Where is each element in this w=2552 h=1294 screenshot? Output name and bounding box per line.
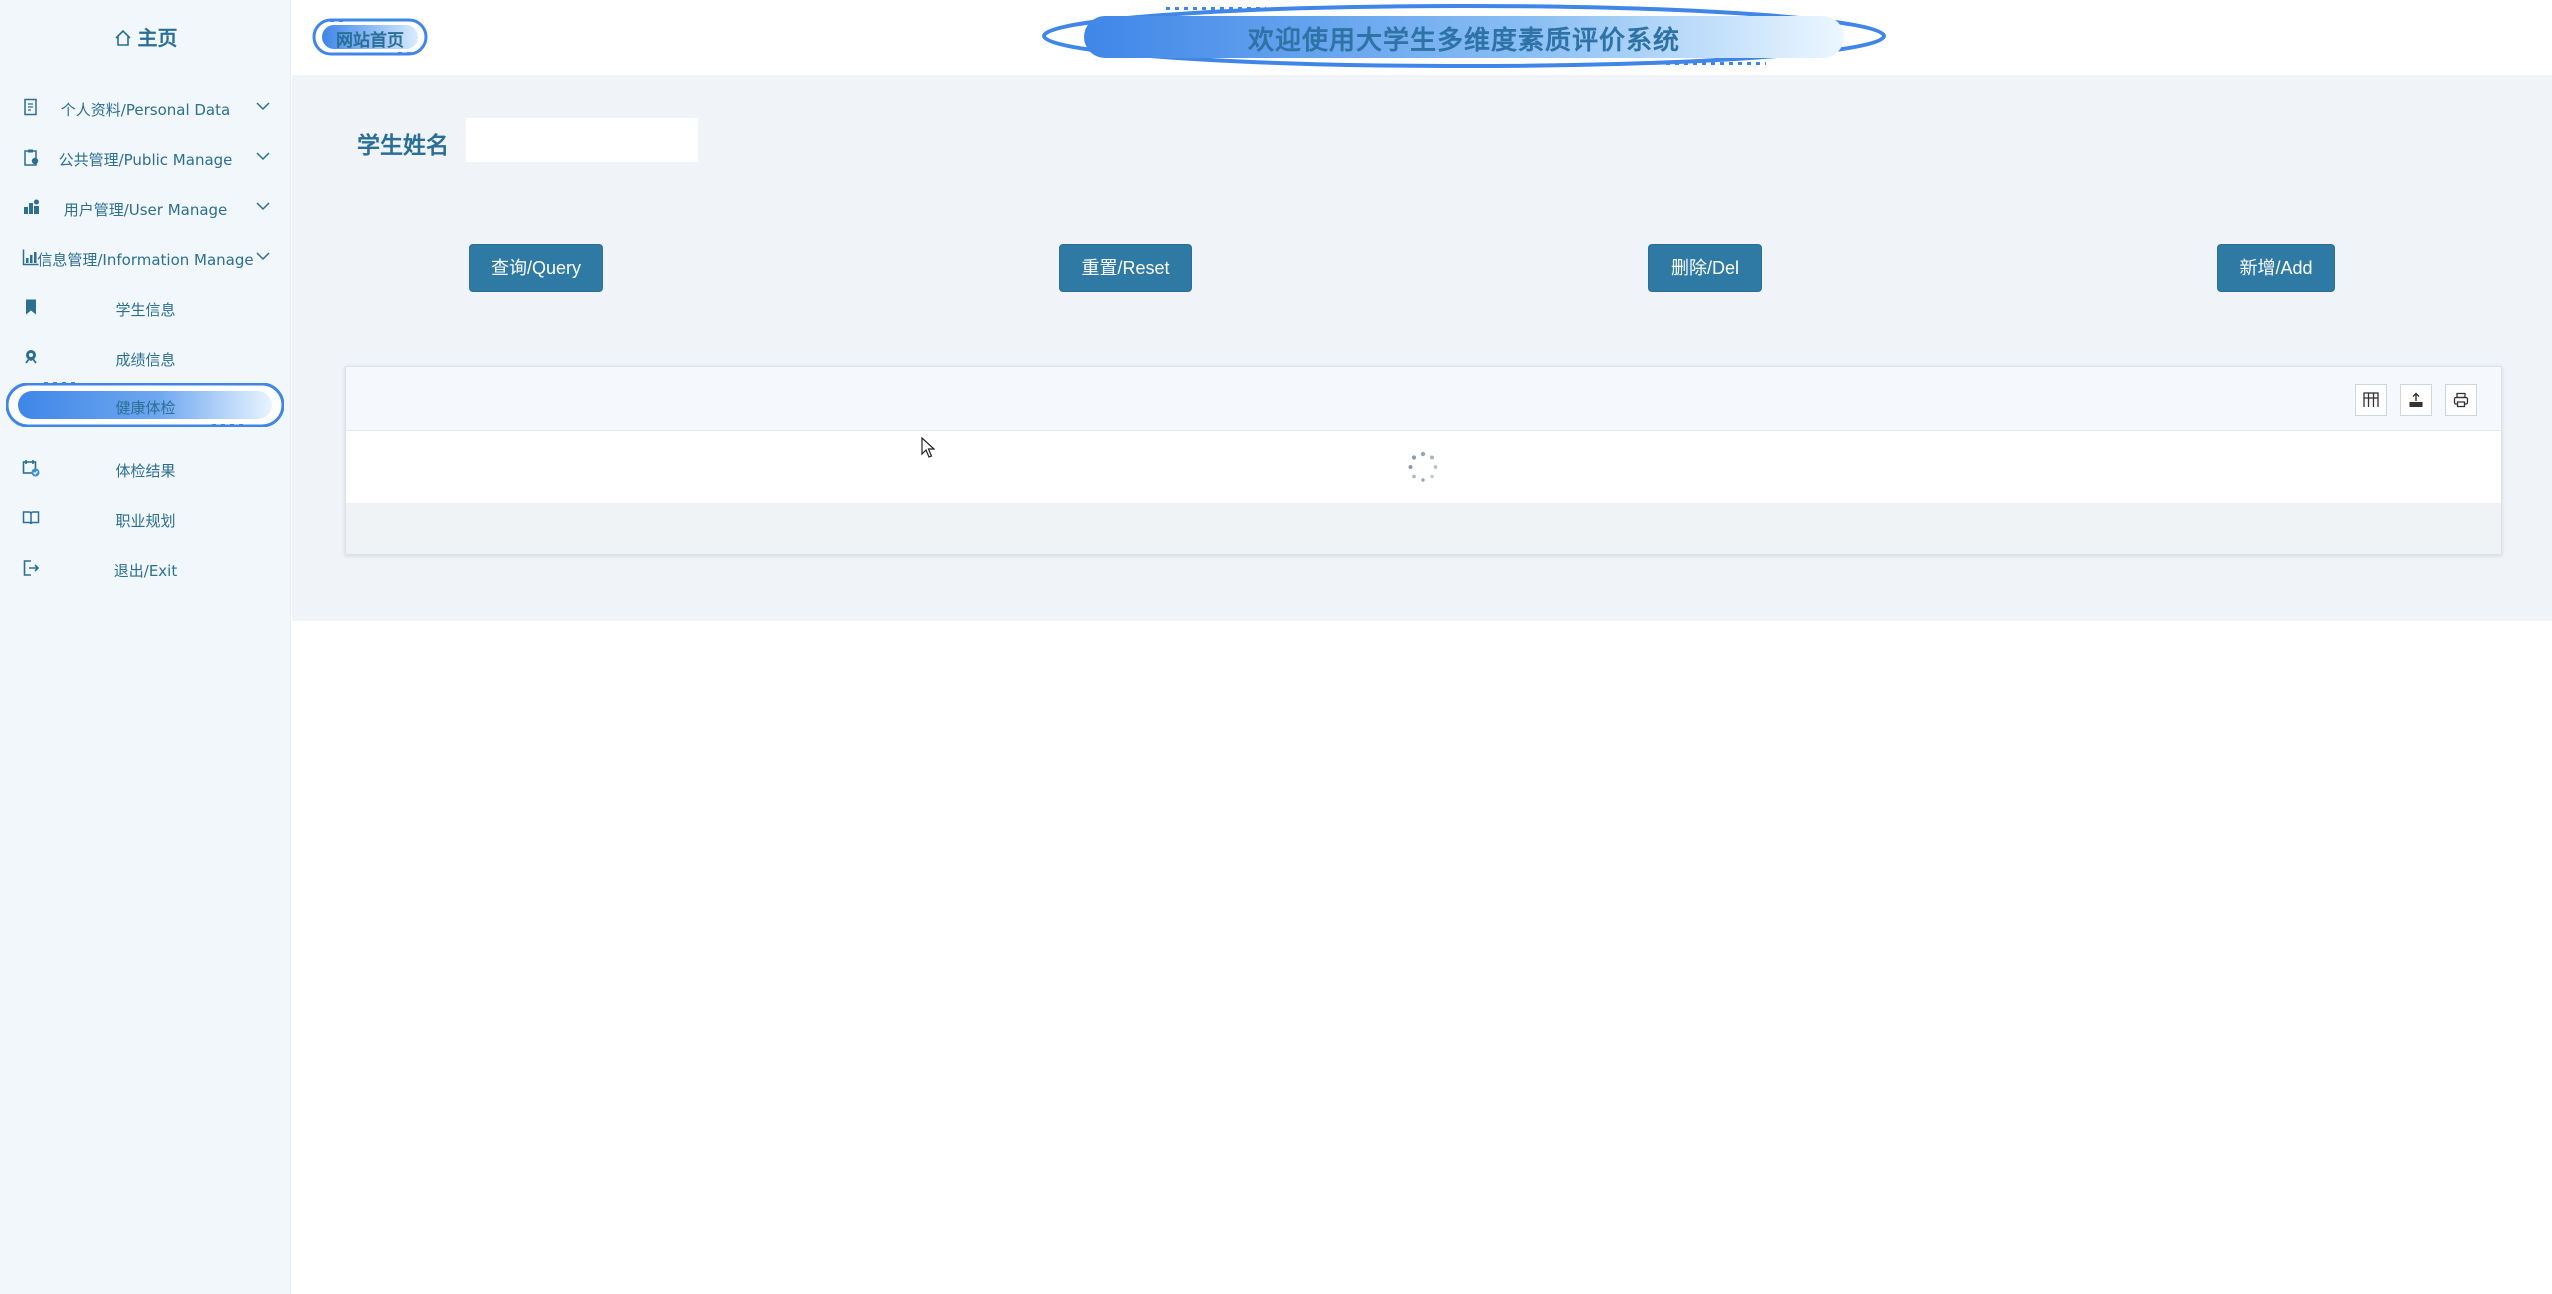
table-footer: [346, 503, 2501, 554]
decorative-dots: [398, 52, 412, 55]
sidebar-item-label: 健康体检: [115, 399, 176, 417]
delete-button[interactable]: 删除/Del: [1648, 244, 1762, 292]
banner-title: 欢迎使用大学生多维度素质评价系统: [1247, 26, 1680, 56]
print-icon: [2453, 392, 2469, 408]
sidebar-item-label: 成绩信息: [115, 351, 176, 369]
mouse-cursor-icon: [921, 437, 935, 458]
loading-spinner-icon: [1408, 451, 1438, 482]
add-button[interactable]: 新增/Add: [2217, 244, 2335, 292]
sidebar-item-label: 公共管理/Public Manage: [58, 151, 233, 169]
print-button[interactable]: [2445, 384, 2477, 416]
sidebar-item-label: 个人资料/Personal Data: [60, 101, 231, 119]
site-home-button[interactable]: 网站首页: [312, 18, 428, 56]
chevron-down-icon: [256, 252, 270, 261]
sidebar-item-label: 职业规划: [115, 512, 176, 530]
decorative-dots: [1166, 7, 1266, 10]
sidebar-item-label: 学生信息: [115, 301, 176, 319]
sidebar-item-public-manage[interactable]: 公共管理/Public Manage: [0, 139, 291, 179]
sidebar: 主页 个人资料/Personal Data 公共管理/Public Manage…: [0, 0, 291, 1294]
chevron-down-icon: [256, 102, 270, 111]
sidebar-item-information-manage[interactable]: 信息管理/Information Manage: [0, 239, 291, 279]
student-name-input[interactable]: [466, 118, 698, 162]
chevron-down-icon: [256, 152, 270, 161]
sidebar-item-personal-data[interactable]: 个人资料/Personal Data: [0, 89, 291, 129]
site-home-label: 网站首页: [336, 31, 404, 51]
sidebar-item-exit[interactable]: 退出/Exit: [0, 550, 291, 590]
decorative-dots: [1666, 62, 1766, 65]
reset-button[interactable]: 重置/Reset: [1059, 244, 1192, 292]
decorative-dots: [44, 382, 80, 385]
query-button[interactable]: 查询/Query: [469, 244, 603, 292]
sidebar-item-student-info[interactable]: 学生信息: [0, 289, 291, 329]
columns-icon: [2363, 392, 2379, 407]
sidebar-item-exam-results[interactable]: 体检结果: [0, 450, 291, 490]
table-toolbar: [346, 367, 2501, 431]
sidebar-item-user-manage[interactable]: 用户管理/User Manage: [0, 189, 291, 229]
sidebar-item-label: 退出/Exit: [113, 562, 178, 580]
student-name-label: 学生姓名: [357, 133, 449, 159]
chevron-down-icon: [256, 202, 270, 211]
decorative-dots: [330, 19, 344, 22]
sidebar-item-grades[interactable]: 成绩信息: [0, 339, 291, 379]
sidebar-home[interactable]: 主页: [0, 22, 291, 51]
columns-button[interactable]: [2355, 384, 2387, 416]
export-icon: [2409, 392, 2423, 407]
sidebar-item-label: 用户管理/User Manage: [63, 201, 228, 219]
home-icon: [114, 29, 131, 46]
sidebar-item-label: 信息管理/Information Manage: [37, 251, 254, 269]
sidebar-item-health-check[interactable]: 健康体检: [0, 387, 291, 427]
sidebar-item-label: 体检结果: [115, 462, 176, 480]
sidebar-item-career-planning[interactable]: 职业规划: [0, 500, 291, 540]
welcome-banner: 欢迎使用大学生多维度素质评价系统: [1042, 4, 1886, 68]
export-button[interactable]: [2400, 384, 2432, 416]
sidebar-home-label: 主页: [137, 26, 178, 50]
